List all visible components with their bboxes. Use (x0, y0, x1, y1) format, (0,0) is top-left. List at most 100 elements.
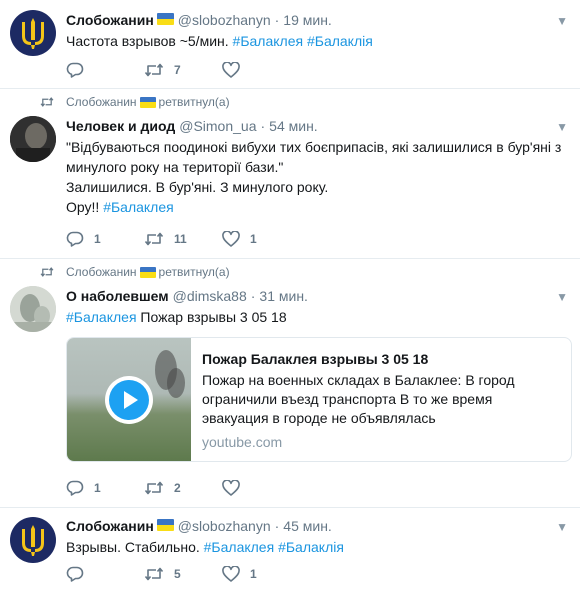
card-title[interactable]: Пожар Балаклея взрывы 3 05 18 (202, 350, 561, 368)
hashtag-link[interactable]: #Балаклія (307, 33, 373, 49)
hashtag-link[interactable]: #Балаклея (204, 539, 275, 555)
video-thumbnail[interactable] (67, 338, 191, 461)
retweet-icon (144, 232, 164, 246)
heart-icon (222, 231, 240, 247)
retweet-button[interactable]: 11 (144, 232, 222, 246)
tweet-content: Слобожанин @slobozhanyn · 19 мин. ▼ Част… (66, 11, 568, 51)
trident-icon (22, 525, 44, 556)
avatar[interactable] (10, 286, 56, 332)
like-count: 1 (250, 567, 257, 581)
ukraine-flag-icon (139, 96, 156, 108)
tweet-text-plain: Частота взрывов ~5/мин. (66, 33, 233, 49)
tweet-header: О наболевшем @dimska88 · 31 мин. ▼ (66, 287, 568, 305)
author-handle[interactable]: @dimska88 (173, 287, 247, 305)
tweet-header: Слобожанин @slobozhanyn · 19 мин. ▼ (66, 11, 568, 29)
retweet-icon (40, 97, 54, 107)
retweeter-name[interactable]: Слобожанин (66, 95, 137, 109)
play-button[interactable] (105, 376, 153, 424)
reply-count: 1 (94, 481, 101, 495)
retweet-icon (40, 267, 54, 277)
author-name[interactable]: Слобожанин (66, 11, 154, 29)
reply-button[interactable]: 1 (66, 480, 144, 496)
reply-button[interactable] (66, 62, 144, 78)
retweet-count: 2 (174, 481, 181, 495)
tweet[interactable]: Слобожанин ретвитнул(а) Человек и диод @… (0, 89, 580, 259)
avatar[interactable] (10, 517, 56, 563)
chevron-down-icon[interactable]: ▼ (556, 518, 568, 536)
avatar[interactable] (10, 116, 56, 162)
tweet[interactable]: Слобожанин @slobozhanyn · 45 мин. ▼ Взры… (0, 508, 580, 592)
retweet-button[interactable]: 7 (144, 63, 222, 77)
like-button[interactable]: 1 (222, 566, 300, 582)
tweet-actions: 5 1 (66, 564, 300, 584)
timestamp[interactable]: 31 мин. (259, 287, 308, 305)
tweet-text-plain: Пожар взрывы 3 05 18 (136, 309, 287, 325)
avatar-photo (10, 116, 56, 162)
tweet[interactable]: Слобожанин ретвитнул(а) О наболевшем @di… (0, 259, 580, 508)
tweet-text: #Балаклея Пожар взрывы 3 05 18 (66, 307, 568, 327)
tweet-content: Человек и диод @Simon_ua · 54 мин. ▼ "Ві… (66, 117, 568, 217)
avatar-photo (10, 286, 56, 332)
tweet-actions: 7 (66, 60, 300, 80)
retweeted-label: ретвитнул(а) (158, 265, 230, 279)
chevron-down-icon[interactable]: ▼ (556, 12, 568, 30)
author-handle[interactable]: @Simon_ua (179, 117, 256, 135)
heart-icon (222, 62, 240, 78)
tweet-text-plain: Взрывы. Стабильно. (66, 539, 204, 555)
smoke-shape (167, 368, 185, 398)
retweeter-name[interactable]: Слобожанин (66, 265, 137, 279)
retweet-icon (144, 63, 164, 77)
trident-icon (22, 18, 44, 49)
card-domain: youtube.com (202, 434, 283, 450)
ukraine-flag-icon (156, 519, 174, 531)
separator: · (250, 288, 256, 304)
hashtag-link[interactable]: #Балаклея (233, 33, 304, 49)
tweet-content: О наболевшем @dimska88 · 31 мин. ▼ #Бала… (66, 287, 568, 327)
tweet-actions: 1 11 1 (66, 229, 300, 249)
reply-icon (66, 480, 84, 496)
like-button[interactable] (222, 480, 300, 496)
author-name[interactable]: Человек и диод (66, 117, 175, 135)
avatar[interactable] (10, 10, 56, 56)
tweet-text: Взрывы. Стабильно. #Балаклея #Балаклія (66, 537, 568, 557)
timestamp[interactable]: 19 мин. (283, 11, 332, 29)
author-name[interactable]: Слобожанин (66, 517, 154, 535)
timestamp[interactable]: 54 мин. (269, 117, 318, 135)
tweet-actions: 1 2 (66, 478, 300, 498)
tweet-header: Слобожанин @slobozhanyn · 45 мин. ▼ (66, 517, 568, 535)
author-handle[interactable]: @slobozhanyn (178, 11, 271, 29)
retweet-context: Слобожанин ретвитнул(а) (40, 95, 230, 109)
chevron-down-icon[interactable]: ▼ (556, 288, 568, 306)
retweet-context: Слобожанин ретвитнул(а) (40, 265, 230, 279)
tweet-text: Частота взрывов ~5/мин. #Балаклея #Балак… (66, 31, 568, 51)
tweet-header: Человек и диод @Simon_ua · 54 мин. ▼ (66, 117, 568, 135)
retweet-count: 11 (174, 232, 187, 246)
ukraine-flag-icon (139, 266, 156, 278)
reply-button[interactable]: 1 (66, 231, 144, 247)
separator: · (260, 118, 266, 134)
author-handle[interactable]: @slobozhanyn (178, 517, 271, 535)
reply-button[interactable] (66, 566, 144, 582)
ukraine-flag-icon (156, 13, 174, 25)
like-count: 1 (250, 232, 257, 246)
retweet-button[interactable]: 2 (144, 481, 222, 495)
retweet-icon (144, 567, 164, 581)
tweet[interactable]: Слобожанин @slobozhanyn · 19 мин. ▼ Част… (0, 0, 580, 89)
retweet-button[interactable]: 5 (144, 567, 222, 581)
hashtag-link[interactable]: #Балаклія (278, 539, 344, 555)
separator: · (274, 518, 280, 534)
link-card[interactable]: Пожар Балаклея взрывы 3 05 18 Пожар на в… (66, 337, 572, 462)
chevron-down-icon[interactable]: ▼ (556, 118, 568, 136)
author-name[interactable]: О наболевшем (66, 287, 169, 305)
retweeted-label: ретвитнул(а) (158, 95, 230, 109)
hashtag-link[interactable]: #Балаклея (103, 199, 174, 215)
play-icon (109, 380, 149, 420)
card-description: Пожар на военных складах в Балаклее: В г… (202, 372, 515, 426)
like-button[interactable] (222, 62, 300, 78)
reply-count: 1 (94, 232, 101, 246)
hashtag-link[interactable]: #Балаклея (66, 309, 137, 325)
like-button[interactable]: 1 (222, 231, 300, 247)
timestamp[interactable]: 45 мин. (283, 517, 332, 535)
reply-icon (66, 62, 84, 78)
separator: · (274, 12, 280, 28)
